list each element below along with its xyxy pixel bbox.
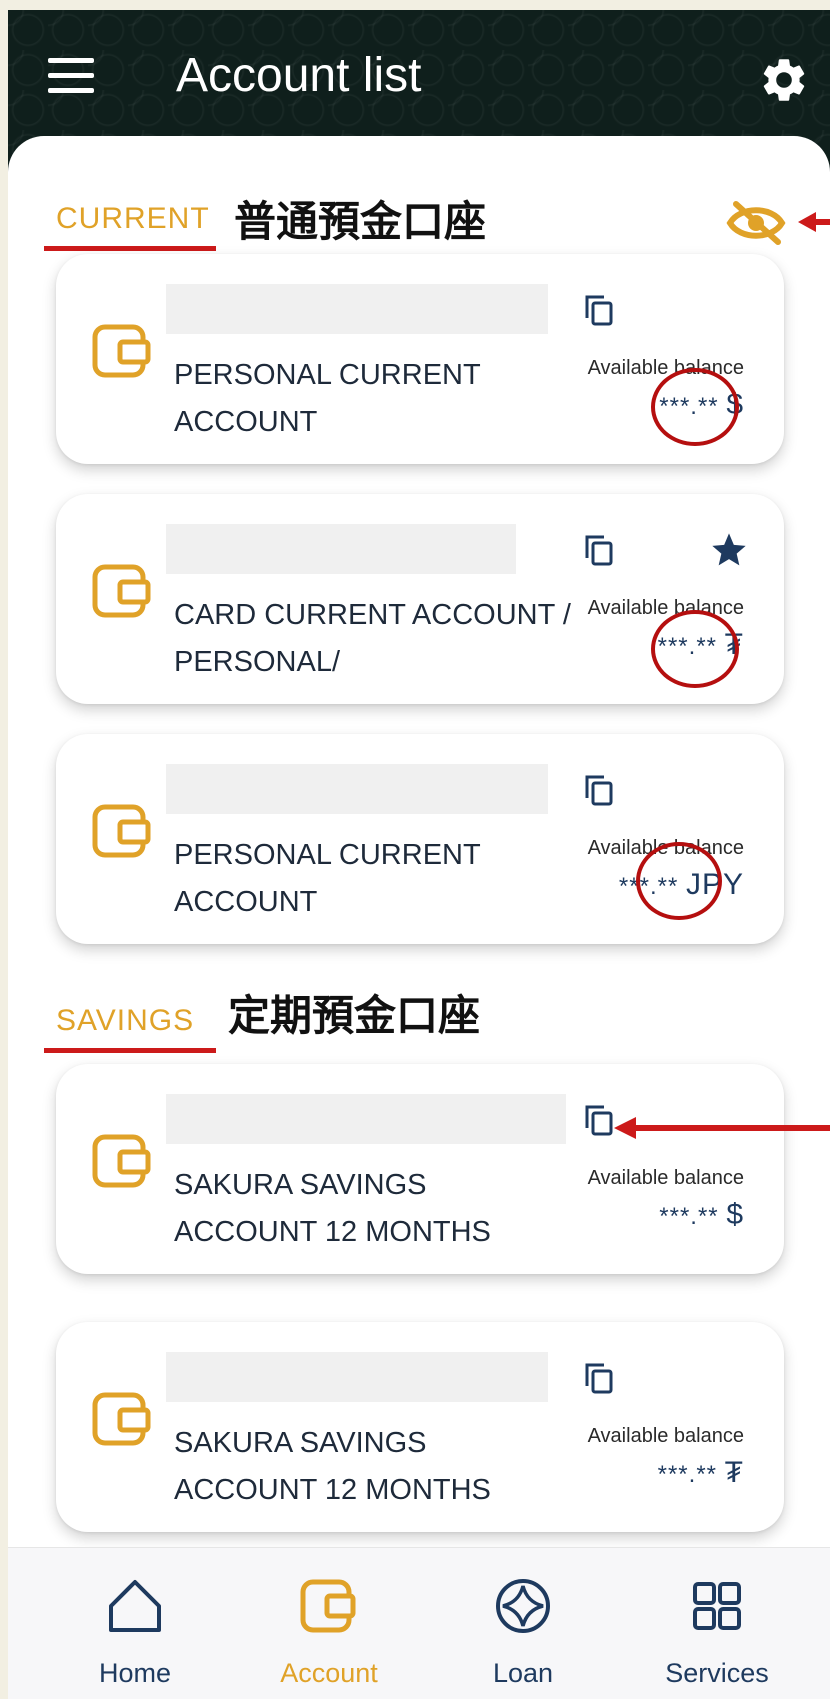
copy-icon[interactable]: [584, 774, 614, 806]
nav-item-loan[interactable]: Loan: [428, 1548, 618, 1699]
highlight-circle: [651, 368, 739, 446]
nav-label-account: Account: [280, 1658, 378, 1688]
copy-icon[interactable]: [584, 1362, 614, 1394]
masked-account-number: [166, 1094, 566, 1144]
section-underline-savings: [44, 1048, 216, 1053]
copy-icon[interactable]: [584, 534, 614, 566]
account-name: SAKURA SAVINGS ACCOUNT 12 MONTHS: [174, 1427, 491, 1506]
star-icon[interactable]: [708, 530, 750, 570]
wallet-icon: [92, 324, 151, 378]
copy-icon[interactable]: [584, 294, 614, 326]
balance-value: ***.** $: [659, 1198, 744, 1232]
home-icon: [109, 1580, 161, 1632]
account-name: PERSONAL CURRENT ACCOUNT: [174, 839, 481, 918]
account-name: PERSONAL CURRENT ACCOUNT: [174, 359, 481, 438]
nav-label-home: Home: [98, 1658, 172, 1688]
currency-symbol: $: [726, 1198, 744, 1231]
currency-symbol: ₮: [724, 1456, 744, 1489]
balance-amount: ***.**: [657, 1461, 717, 1488]
loan-icon: [496, 1579, 550, 1633]
available-balance-label: Available balance: [587, 1425, 744, 1447]
masked-account-number: [166, 524, 516, 574]
account-card[interactable]: SAKURA SAVINGS ACCOUNT 12 MONTHS Availab…: [56, 1322, 784, 1532]
account-card[interactable]: SAKURA SAVINGS ACCOUNT 12 MONTHS Availab…: [56, 1064, 784, 1274]
copy-icon[interactable]: [584, 1104, 614, 1136]
highlight-circle: [651, 610, 739, 688]
grid-icon: [693, 1582, 741, 1630]
phone-screen: Account list CURRENT 普通預金口座 PERSONAL CUR…: [8, 10, 830, 1699]
red-arrow-left-icon: [614, 1117, 830, 1139]
section-underline-current: [44, 246, 216, 251]
balance-value: ***.** ₮: [658, 1456, 744, 1490]
nav-item-account[interactable]: Account: [234, 1548, 424, 1699]
nav-item-home[interactable]: Home: [40, 1548, 230, 1699]
annotation-current-jp: 普通預金口座: [234, 197, 487, 246]
wallet-icon: [300, 1579, 356, 1633]
highlight-circle: [636, 842, 722, 920]
gear-icon[interactable]: [758, 54, 810, 106]
nav-label-loan: Loan: [492, 1658, 554, 1688]
red-arrow-left-icon: [798, 212, 830, 232]
bottom-navigation: Home Account Loan Services: [8, 1547, 830, 1699]
nav-item-services[interactable]: Services: [622, 1548, 812, 1699]
wallet-icon: [92, 804, 151, 858]
section-label-current: CURRENT: [56, 202, 210, 235]
page-title: Account list: [176, 49, 422, 102]
nav-label-services: Services: [665, 1658, 769, 1688]
annotation-savings-jp: 定期預金口座: [228, 991, 481, 1040]
masked-account-number: [166, 764, 548, 814]
masked-account-number: [166, 1352, 548, 1402]
hamburger-menu-icon[interactable]: [48, 58, 94, 96]
available-balance-label: Available balance: [587, 1167, 744, 1189]
wallet-icon: [92, 1134, 151, 1188]
wallet-icon: [92, 564, 151, 618]
masked-account-number: [166, 284, 548, 334]
wallet-icon: [92, 1392, 151, 1446]
account-name: CARD CURRENT ACCOUNT / PERSONAL/: [174, 599, 571, 678]
eye-off-icon[interactable]: [726, 200, 786, 246]
balance-amount: ***.**: [659, 1203, 719, 1230]
account-name: SAKURA SAVINGS ACCOUNT 12 MONTHS: [174, 1169, 491, 1248]
section-label-savings: SAVINGS: [56, 1004, 195, 1037]
